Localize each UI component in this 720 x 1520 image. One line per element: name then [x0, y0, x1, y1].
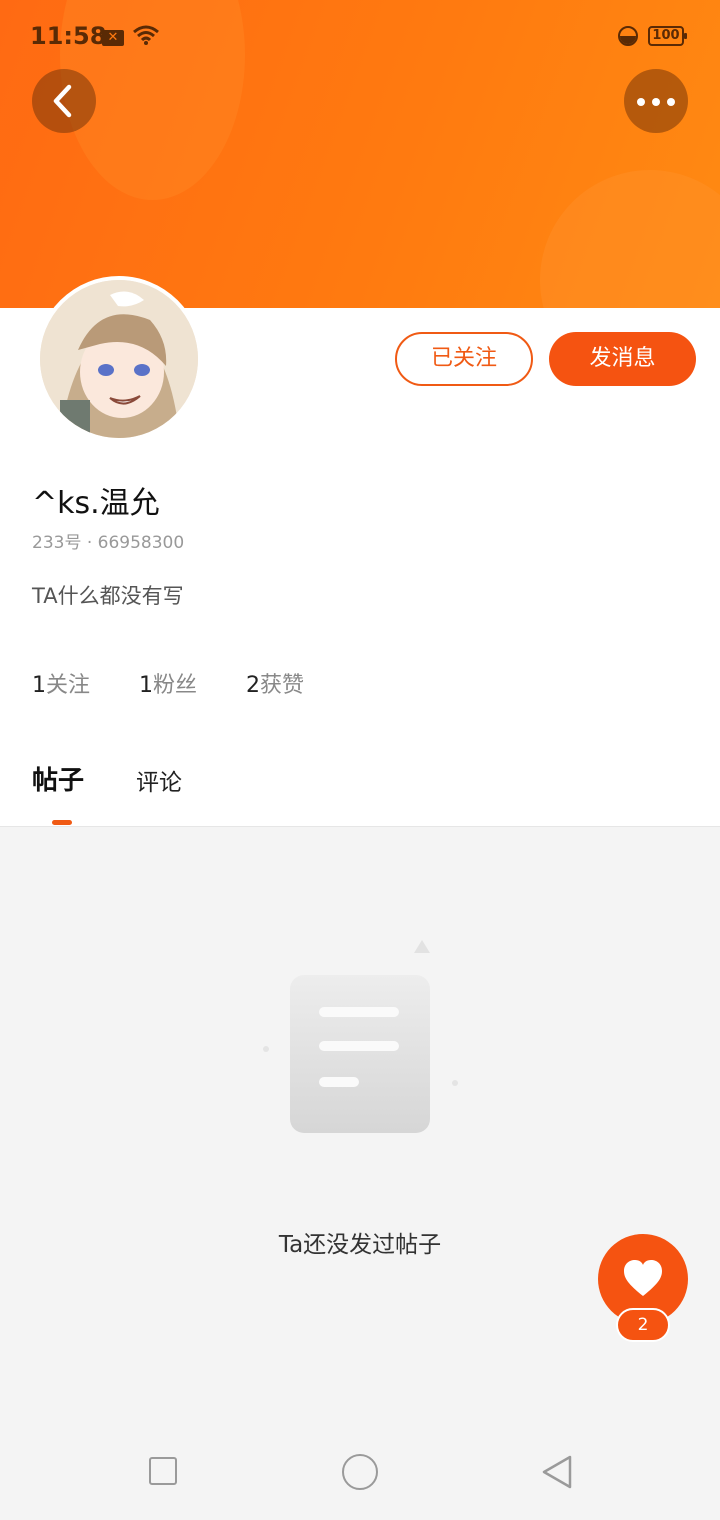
more-horizontal-icon: [667, 98, 675, 106]
nav-back-button[interactable]: [540, 1454, 574, 1490]
stat-followers[interactable]: 1粉丝: [139, 667, 197, 699]
user-bio: TA什么都没有写: [32, 584, 184, 608]
followers-label: 粉丝: [153, 673, 198, 698]
wifi-icon: [133, 25, 159, 45]
likes-count: 2: [246, 673, 261, 698]
avatar[interactable]: [36, 276, 202, 442]
avatar-image: [40, 280, 198, 438]
divider: [0, 826, 720, 827]
more-horizontal-icon: [637, 98, 645, 106]
data-saver-icon: [618, 26, 638, 46]
like-count-badge: 2: [616, 1308, 670, 1342]
status-time: 11:58: [30, 22, 107, 50]
notification-icon: ✕: [102, 30, 124, 46]
followers-count: 1: [139, 673, 154, 698]
header-decoration: [540, 170, 720, 308]
battery-icon: 100: [648, 26, 687, 46]
chevron-left-icon: [53, 84, 72, 118]
following-count: 1: [32, 673, 46, 698]
username: ^ks.温允: [32, 486, 160, 521]
profile-stats: 1关注 1粉丝 2获赞: [32, 667, 346, 699]
more-options-button[interactable]: [624, 69, 688, 133]
user-id: 233号 · 66958300: [32, 533, 185, 553]
tab-posts[interactable]: 帖子: [32, 760, 84, 797]
following-label: 关注: [46, 673, 91, 698]
following-button[interactable]: 已关注: [395, 332, 533, 386]
stat-likes: 2获赞: [246, 667, 304, 699]
more-horizontal-icon: [652, 98, 660, 106]
status-bar: 11:58 ✕ 100: [0, 14, 720, 60]
recent-apps-button[interactable]: [149, 1457, 177, 1485]
tab-indicator: [52, 820, 72, 825]
profile-header-banner: 11:58 ✕ 100: [0, 0, 720, 308]
send-message-button[interactable]: 发消息: [549, 332, 696, 386]
back-button[interactable]: [32, 69, 96, 133]
tab-comments[interactable]: 评论: [136, 763, 182, 797]
stat-following[interactable]: 1关注: [32, 667, 90, 699]
empty-document-icon: [263, 940, 458, 1133]
likes-label: 获赞: [260, 673, 305, 698]
home-button[interactable]: [342, 1454, 378, 1490]
